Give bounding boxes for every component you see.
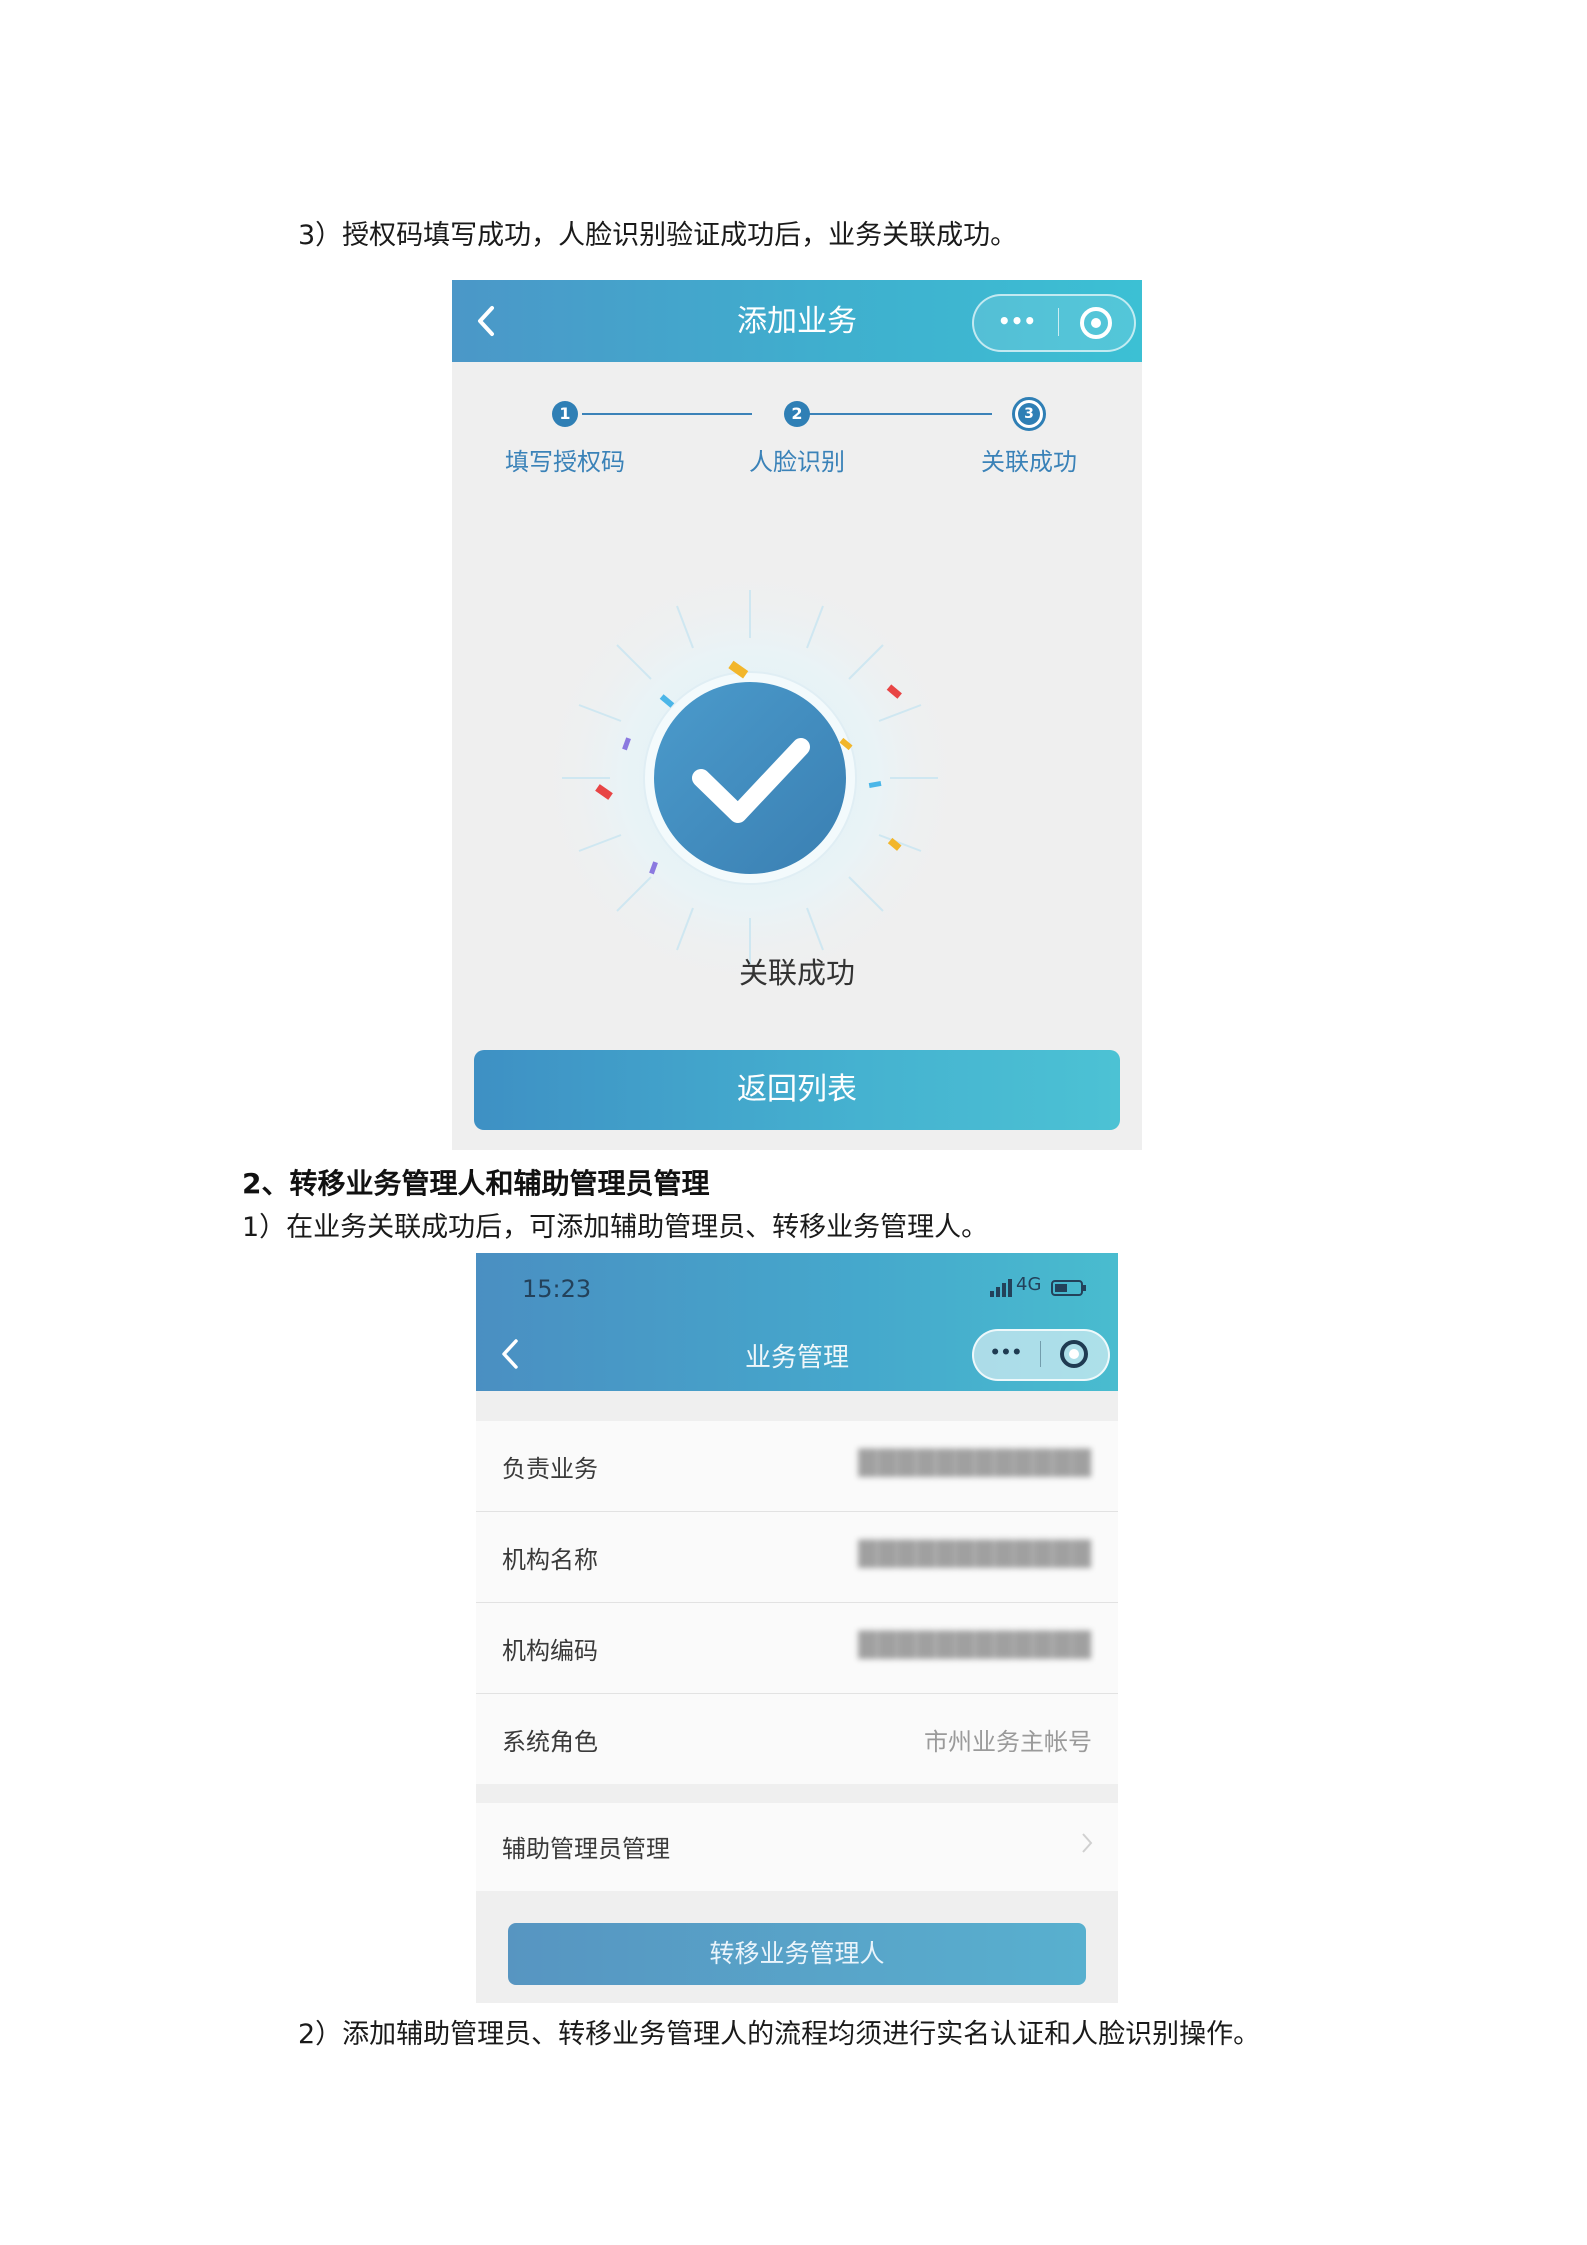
step-connector	[802, 413, 992, 415]
screenshot-add-business: 添加业务 ••• 1 2 3 填写授权码 人脸识别 关联成功 关联成功 返回列表	[452, 280, 1142, 1150]
step-1-dot: 1	[552, 401, 578, 427]
result-message: 关联成功	[738, 956, 855, 990]
step-3-dot: 3	[1012, 397, 1046, 431]
section-heading-2: 2、转移业务管理人和辅助管理员管理	[242, 1167, 710, 1200]
return-list-button[interactable]: 返回列表	[474, 1050, 1120, 1130]
more-dots-icon[interactable]: •••	[984, 1339, 1028, 1367]
step-2-label: 人脸识别	[749, 448, 845, 476]
success-burst-graphic	[535, 563, 965, 993]
close-target-icon[interactable]	[1080, 307, 1112, 339]
more-dots-icon[interactable]: •••	[992, 306, 1042, 336]
info-row-org-code: 机构编码 ████████████	[476, 1603, 1118, 1694]
row-label: 系统角色	[502, 1728, 598, 1756]
step-3-label: 关联成功	[981, 448, 1077, 476]
check-circle	[654, 682, 846, 874]
paragraph-2-1: 1）在业务关联成功后，可添加辅助管理员、转移业务管理人。	[242, 1212, 989, 1243]
info-row-business: 负责业务 ████████████	[476, 1421, 1118, 1512]
close-target-icon[interactable]	[1060, 1340, 1088, 1368]
mini-program-capsule: •••	[972, 1329, 1110, 1381]
info-list: 负责业务 ████████████ 机构名称 ████████████ 机构编码…	[476, 1421, 1118, 1784]
step-2-dot: 2	[784, 401, 810, 427]
step-3-number: 3	[1018, 402, 1040, 425]
row-value-blurred: ████████████	[858, 1540, 1092, 1568]
status-and-nav-bar: 15:23 4G 业务管理 •••	[476, 1253, 1118, 1391]
paragraph-step3: 3）授权码填写成功，人脸识别验证成功后，业务关联成功。	[298, 220, 1018, 251]
mini-program-capsule: •••	[972, 294, 1136, 352]
chevron-right-icon	[1082, 1833, 1093, 1853]
paragraph-2-2: 2）添加辅助管理员、转移业务管理人的流程均须进行实名认证和人脸识别操作。	[298, 2019, 1261, 2050]
status-indicators: 4G	[990, 1274, 1090, 1299]
capsule-divider	[1058, 308, 1059, 336]
capsule-divider	[1040, 1341, 1041, 1367]
row-label: 机构编码	[502, 1637, 598, 1665]
status-time: 15:23	[522, 1275, 592, 1303]
nav-bar: 添加业务 •••	[452, 280, 1142, 362]
menu-label: 辅助管理员管理	[502, 1835, 670, 1863]
row-label: 机构名称	[502, 1546, 598, 1574]
row-value-blurred: ████████████	[858, 1449, 1092, 1477]
assistant-admin-menu-item[interactable]: 辅助管理员管理	[476, 1803, 1118, 1891]
step-connector	[582, 413, 752, 415]
row-label: 负责业务	[502, 1455, 598, 1483]
info-row-org-name: 机构名称 ████████████	[476, 1512, 1118, 1603]
row-value: 市州业务主帐号	[924, 1728, 1092, 1756]
screenshot-business-management: 15:23 4G 业务管理 ••• 负责业务 ████████████ 机构名称…	[476, 1253, 1118, 2003]
row-value-blurred: ████████████	[858, 1631, 1092, 1659]
step-1-label: 填写授权码	[505, 448, 625, 476]
progress-steps: 1 2 3 填写授权码 人脸识别 关联成功	[452, 397, 1142, 478]
transfer-manager-button[interactable]: 转移业务管理人	[508, 1923, 1086, 1985]
info-row-role: 系统角色 市州业务主帐号	[476, 1694, 1118, 1784]
network-label: 4G	[1016, 1274, 1042, 1295]
